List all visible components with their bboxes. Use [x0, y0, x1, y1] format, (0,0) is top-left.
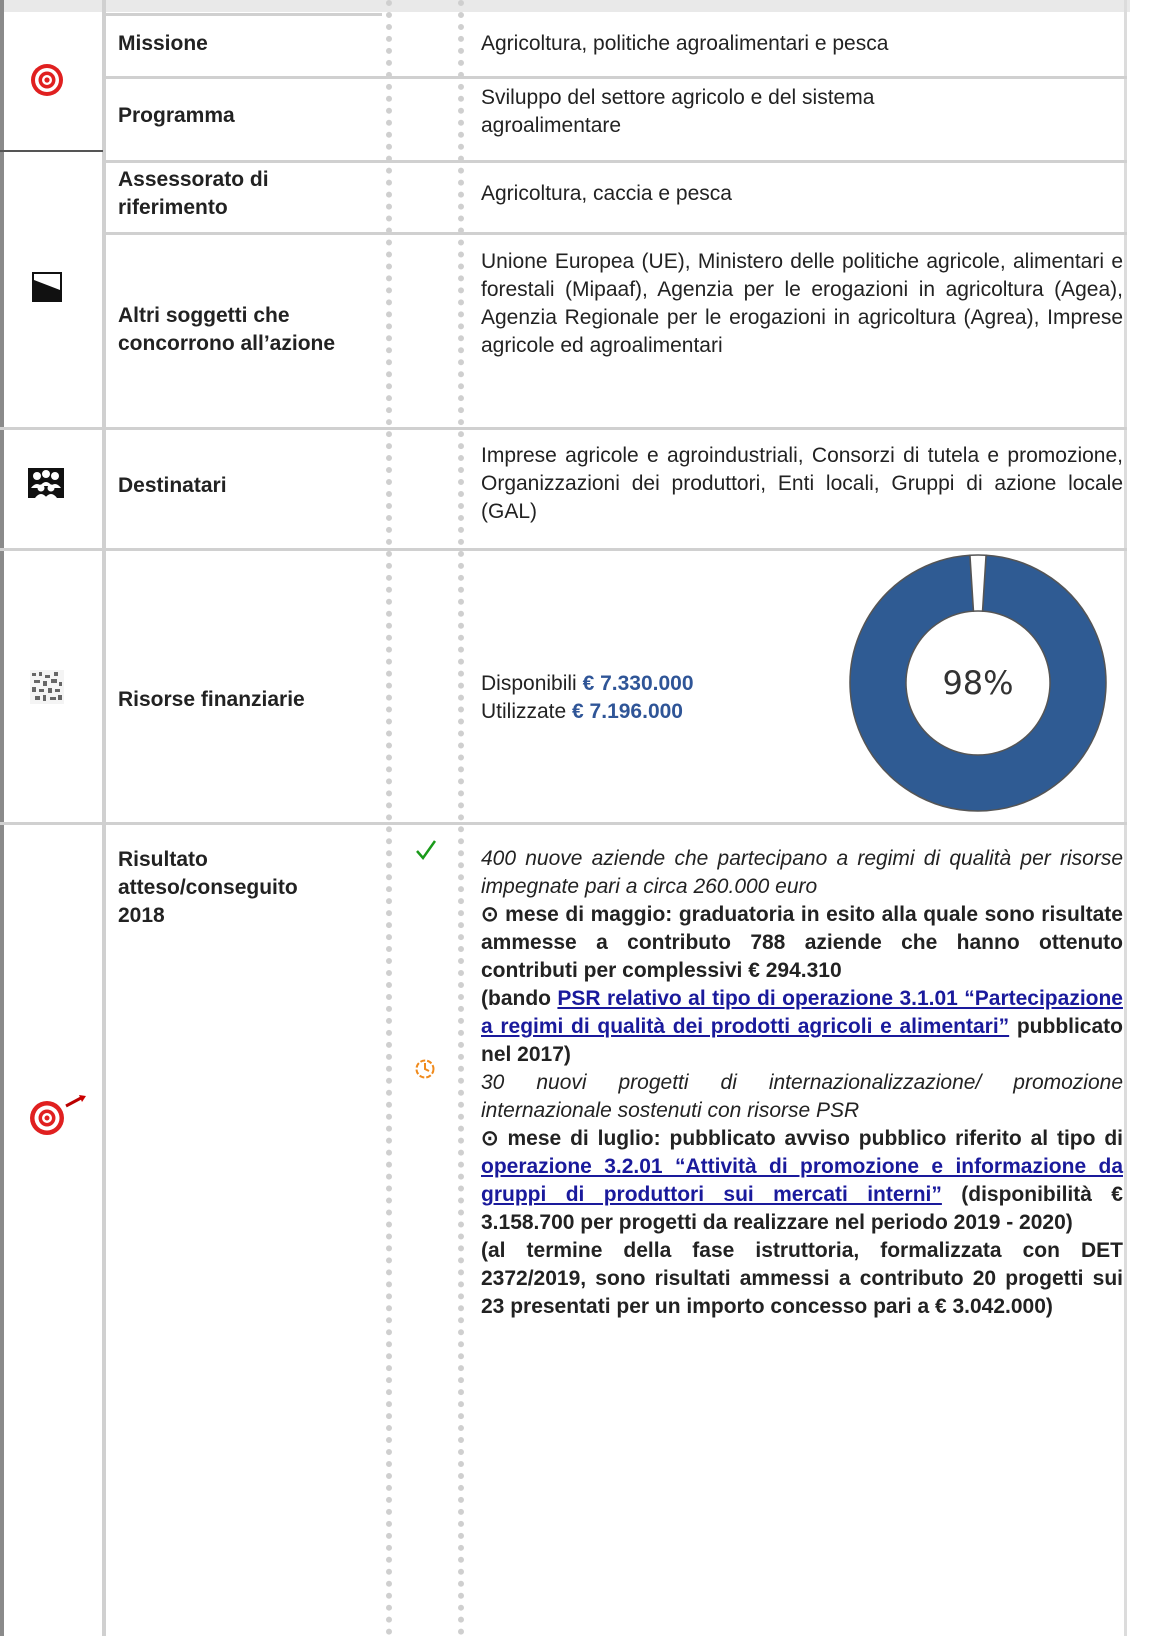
destinatari-label: Destinatari: [118, 474, 227, 497]
bullet-icon: ⊙: [481, 903, 499, 926]
top-bar: [0, 0, 1130, 12]
assessorato-value: Agricoltura, caccia e pesca: [481, 182, 732, 205]
risorse-disponibili: Disponibili € 7.330.000: [481, 670, 811, 698]
column-divider-1: [102, 0, 106, 1636]
row-separator: [102, 160, 1127, 163]
item1-result: ⊙ mese di maggio: graduatoria in esito a…: [481, 901, 1123, 985]
disponibili-label: Disponibili: [481, 672, 577, 695]
donut-center-label: 98%: [942, 664, 1013, 702]
item2-outcome: (al termine della fase istruttoria, form…: [481, 1239, 1123, 1318]
target-icon: [31, 64, 63, 96]
column-divider-2: [386, 0, 392, 1636]
programma-label: Programma: [118, 104, 235, 127]
page: Missione Agricoltura, politiche agroalim…: [0, 0, 1171, 1636]
missione-label: Missione: [118, 32, 208, 55]
disponibili-amount: € 7.330.000: [582, 672, 694, 695]
destinatari-value: Imprese agricole e agroindustriali, Cons…: [481, 444, 1123, 523]
item1-reference: (bando PSR relativo al tipo di operazion…: [481, 985, 1123, 1069]
item2-target: 30 nuovi progetti di internazionalizzazi…: [481, 1071, 1123, 1122]
money-icon: [30, 670, 64, 704]
item2-text-a: mese di luglio: pubblicato avviso pubbli…: [507, 1127, 1124, 1150]
bullet-icon: ⊙: [481, 1127, 499, 1150]
left-border: [0, 0, 4, 1636]
donut-chart: 98%: [849, 554, 1107, 812]
row-separator: [102, 76, 1127, 79]
right-border: [1124, 0, 1127, 1636]
row-separator: [0, 822, 1127, 825]
utilizzate-label: Utilizzate: [481, 700, 567, 723]
target-arrow-icon: [30, 1095, 86, 1135]
risorse-utilizzate: Utilizzate € 7.196.000: [481, 698, 811, 726]
column-divider-3: [458, 0, 464, 1636]
risultato-item-1: 400 nuove aziende che partecipano a regi…: [481, 845, 1123, 1069]
check-icon: [416, 840, 437, 861]
altri-soggetti-value: Unione Europea (UE), Ministero delle pol…: [481, 250, 1123, 357]
row-separator: [0, 548, 1127, 551]
risorse-label: Risorse finanziarie: [118, 688, 305, 711]
risultato-label: Risultato atteso/conseguito 2018: [118, 848, 298, 927]
people-group-icon: [28, 468, 64, 498]
row-top-line: [102, 13, 382, 16]
assessorato-label: Assessorato di riferimento: [118, 168, 269, 219]
item2-result: ⊙ mese di luglio: pubblicato avviso pubb…: [481, 1125, 1123, 1237]
clock-icon: [415, 1059, 435, 1079]
row-separator: [102, 232, 1127, 235]
flag-icon: [32, 272, 62, 302]
item1-text: mese di maggio: graduatoria in esito all…: [481, 903, 1123, 982]
item1-target: 400 nuove aziende che partecipano a regi…: [481, 847, 1123, 898]
programma-value: Sviluppo del settore agricolo e del sist…: [481, 86, 875, 137]
group-separator: [0, 150, 103, 152]
risultato-item-2: 30 nuovi progetti di internazionalizzazi…: [481, 1069, 1123, 1321]
utilizzate-amount: € 7.196.000: [572, 700, 683, 723]
item1-ref-open: (bando: [481, 987, 558, 1010]
donut-slice-residuo: [969, 554, 987, 612]
missione-value: Agricoltura, politiche agroalimentari e …: [481, 32, 889, 55]
row-separator: [0, 427, 1127, 430]
altri-soggetti-label: Altri soggetti che concorrono all’azione: [118, 304, 336, 355]
